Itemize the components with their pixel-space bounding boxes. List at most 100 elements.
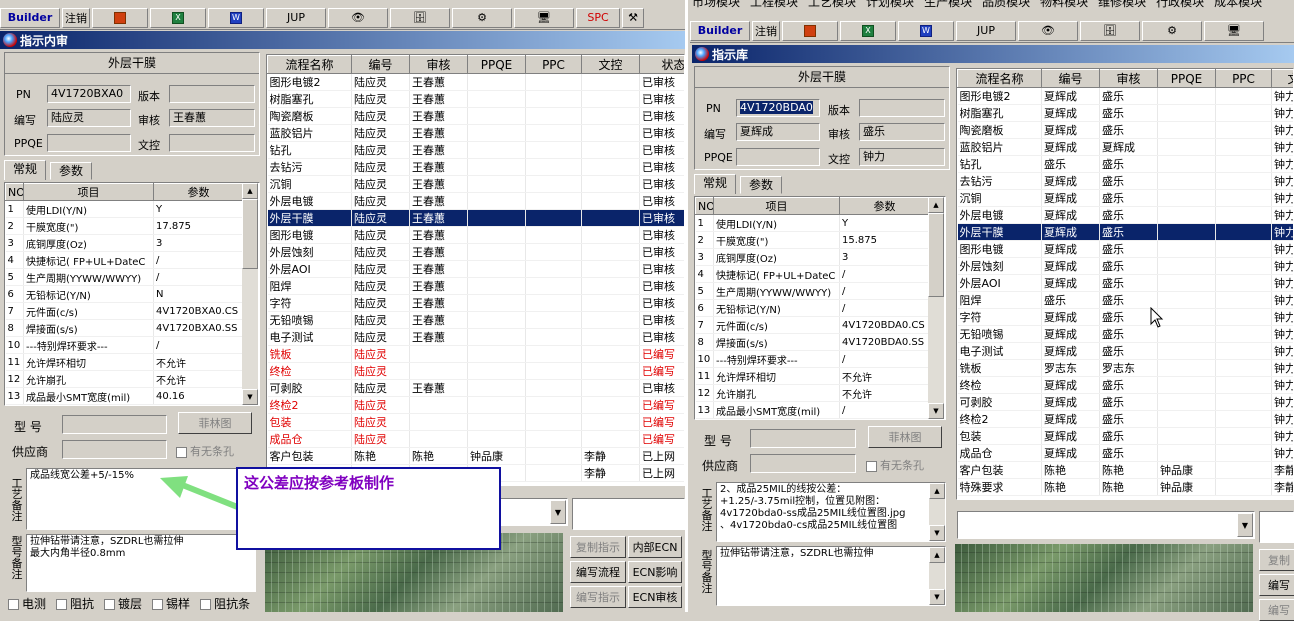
flow-row[interactable]: 沉铜夏辉成盛乐钟力 (958, 190, 1294, 207)
writer-field[interactable]: 夏辉成 (736, 123, 820, 141)
flow-cell[interactable]: 夏辉成 (1042, 224, 1100, 241)
flow-cell[interactable]: 盛乐 (1042, 156, 1100, 173)
param-row[interactable]: 13成品最小SMT宽度(mil)/ (696, 402, 930, 419)
flow-cell[interactable] (526, 295, 582, 312)
flow-cell[interactable] (526, 448, 582, 465)
flow-cell[interactable]: 陆应灵 (352, 312, 410, 329)
flow-cell[interactable]: 蓝胶铝片 (958, 139, 1042, 156)
scroll-up-icon[interactable]: ▲ (928, 197, 944, 213)
flow-cell[interactable]: 王春蕙 (410, 329, 468, 346)
param-item[interactable]: 底铜厚度(Oz) (24, 235, 154, 252)
flow-cell[interactable]: 终检2 (268, 397, 352, 414)
powerpoint-icon[interactable] (92, 8, 148, 28)
flow-cell[interactable]: 已审核 (640, 210, 686, 227)
top-menu-item[interactable]: 工艺模块 (808, 0, 856, 8)
flow-cell[interactable]: 盛乐 (1100, 241, 1158, 258)
param-row[interactable]: 5生产周期(YYWW/WWYY)/ (696, 283, 930, 300)
flow-cell[interactable] (468, 176, 526, 193)
flow-cell[interactable]: 夏辉成 (1100, 139, 1158, 156)
flow-cell[interactable] (1216, 122, 1272, 139)
flow-cell[interactable]: 钟力 (1272, 156, 1294, 173)
flow-cell[interactable] (1158, 326, 1216, 343)
flow-row[interactable]: 成品仓陆应灵已编写 (268, 431, 686, 448)
flow-row[interactable]: 包装陆应灵已编写 (268, 414, 686, 431)
flow-cell[interactable] (526, 397, 582, 414)
flow-col-header[interactable]: 审核 (410, 56, 468, 74)
param-row[interactable]: 10---特别焊环要求---/ (6, 337, 244, 354)
flow-cell[interactable]: 陆应灵 (352, 414, 410, 431)
flow-row[interactable]: 客户包装陈艳陈艳钟品康李静 (958, 462, 1294, 479)
flow-row[interactable]: 可剥胶陆应灵王春蕙已审核 (268, 380, 686, 397)
flow-cell[interactable] (526, 261, 582, 278)
flow-cell[interactable] (468, 261, 526, 278)
flow-cell[interactable]: 陈艳 (1100, 462, 1158, 479)
flow-row[interactable]: 钻孔陆应灵王春蕙已审核 (268, 142, 686, 159)
flow-cell[interactable]: 特殊要求 (958, 479, 1042, 496)
col-item[interactable]: 项目 (714, 198, 840, 215)
flow-cell[interactable]: 钟力 (1272, 309, 1294, 326)
flow-cell[interactable] (468, 108, 526, 125)
reviewer-field[interactable]: 盛乐 (859, 123, 945, 141)
flow-cell[interactable]: 去钻污 (958, 173, 1042, 190)
param-no[interactable]: 5 (6, 269, 24, 286)
flow-cell[interactable] (526, 312, 582, 329)
param-row[interactable]: 10---特别焊环要求---/ (696, 351, 930, 368)
flow-row[interactable]: 去钻污夏辉成盛乐钟力 (958, 173, 1294, 190)
param-item[interactable]: 成品最小SMT宽度(mil) (24, 388, 154, 405)
flow-cell[interactable]: 已审核 (640, 261, 686, 278)
flow-cell[interactable] (582, 176, 640, 193)
flow-cell[interactable] (468, 74, 526, 91)
network-icon[interactable]: ⚙ (452, 8, 512, 28)
flow-cell[interactable]: 钟力 (1272, 105, 1294, 122)
flow-cell[interactable] (1158, 173, 1216, 190)
internal-ecn-button[interactable]: 内部ECN (628, 536, 682, 558)
param-no[interactable]: 12 (696, 385, 714, 402)
param-item[interactable]: 快捷标记( FP+UL+DateC (24, 252, 154, 269)
flow-cell[interactable]: 陆应灵 (352, 278, 410, 295)
flow-cell[interactable] (1216, 292, 1272, 309)
flow-row[interactable]: 终检陆应灵已编写 (268, 363, 686, 380)
flow-row[interactable]: 蓝胶铝片陆应灵王春蕙已审核 (268, 125, 686, 142)
flow-cell[interactable] (1158, 224, 1216, 241)
flow-cell[interactable]: 夏辉成 (1042, 88, 1100, 105)
flow-cell[interactable]: 盛乐 (1100, 173, 1158, 190)
flow-cell[interactable]: 陈艳 (1042, 479, 1100, 496)
flow-cell[interactable]: 已上网 (640, 465, 686, 482)
flow-cell[interactable]: 已审核 (640, 329, 686, 346)
flow-cell[interactable] (526, 227, 582, 244)
flow-cell[interactable] (582, 261, 640, 278)
checkbox-impedance-strip[interactable]: 阻抗条 (200, 595, 250, 612)
flow-cell[interactable] (1216, 445, 1272, 462)
flow-row[interactable]: 陶瓷磨板陆应灵王春蕙已审核 (268, 108, 686, 125)
flow-cell[interactable] (468, 397, 526, 414)
col-no[interactable]: NO (696, 198, 714, 215)
flow-row[interactable]: 外层蚀刻夏辉成盛乐钟力 (958, 258, 1294, 275)
flow-cell[interactable]: 包装 (958, 428, 1042, 445)
param-row[interactable]: 12允许崩孔不允许 (6, 371, 244, 388)
flow-cell[interactable]: 图形电镀 (958, 241, 1042, 258)
flow-row[interactable]: 外层电镀陆应灵王春蕙已审核 (268, 193, 686, 210)
dropdown-arrow-icon[interactable]: ▼ (1237, 513, 1253, 537)
flow-cell[interactable] (1158, 207, 1216, 224)
flow-cell[interactable] (468, 380, 526, 397)
param-value[interactable]: 不允许 (840, 385, 930, 402)
flow-cell[interactable]: 盛乐 (1100, 292, 1158, 309)
scroll-thumb[interactable] (242, 199, 258, 269)
eye-icon[interactable]: 👁 (1018, 21, 1078, 41)
flow-cell[interactable]: 陆应灵 (352, 159, 410, 176)
flow-cell[interactable]: 陆应灵 (352, 193, 410, 210)
flow-cell[interactable]: 盛乐 (1100, 207, 1158, 224)
flow-cell[interactable]: 王春蕙 (410, 278, 468, 295)
flow-cell[interactable]: 夏辉成 (1042, 377, 1100, 394)
flow-cell[interactable]: 图形电镀 (268, 227, 352, 244)
param-no[interactable]: 11 (6, 354, 24, 371)
flow-cell[interactable]: 钟力 (1272, 190, 1294, 207)
flow-cell[interactable] (526, 278, 582, 295)
flow-cell[interactable] (582, 346, 640, 363)
flow-cell[interactable] (526, 193, 582, 210)
top-menu-item[interactable]: 市场模块 (692, 0, 740, 8)
param-no[interactable]: 2 (6, 218, 24, 235)
param-item[interactable]: 焊接面(s/s) (714, 334, 840, 351)
flow-row[interactable]: 阻焊盛乐盛乐钟力 (958, 292, 1294, 309)
nobar-checkbox[interactable]: 有无条孔 (176, 443, 234, 459)
